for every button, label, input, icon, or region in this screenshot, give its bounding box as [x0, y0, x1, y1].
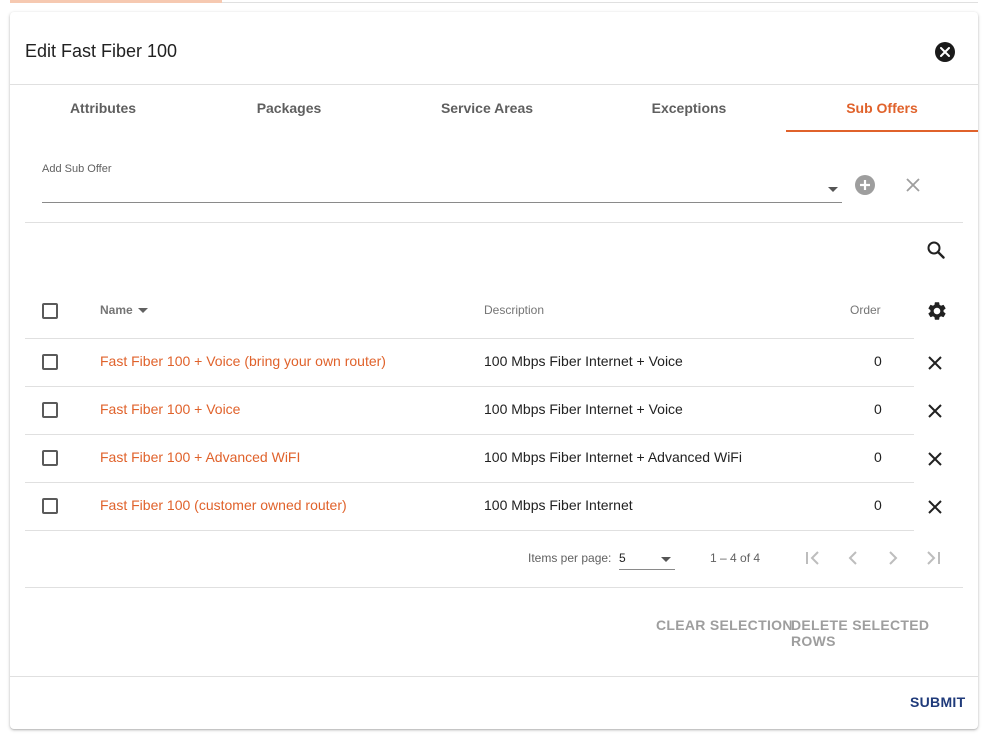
last-page-button[interactable]: [924, 549, 942, 572]
clear-sub-offer-button[interactable]: [905, 177, 921, 198]
tab-packages[interactable]: Packages: [196, 85, 382, 131]
row-name-link[interactable]: Fast Fiber 100 + Voice (bring your own r…: [100, 353, 386, 369]
close-icon: [906, 178, 920, 192]
items-per-page-label: Items per page:: [528, 551, 612, 565]
add-sub-offer-button[interactable]: [855, 175, 875, 195]
remove-row-button[interactable]: [928, 356, 942, 375]
submit-button[interactable]: SUBMIT: [910, 694, 965, 710]
select-all-checkbox[interactable]: [42, 303, 58, 319]
section-divider: [25, 222, 963, 223]
table-footer-divider: [25, 587, 963, 588]
row-order: 0: [874, 449, 882, 465]
tab-attributes[interactable]: Attributes: [10, 85, 196, 131]
table-row: Fast Fiber 100 + Advanced WiFI 100 Mbps …: [25, 435, 914, 483]
remove-row-button[interactable]: [928, 500, 942, 519]
remove-row-button[interactable]: [928, 404, 942, 423]
table-row: Fast Fiber 100 + Voice 100 Mbps Fiber In…: [25, 387, 914, 435]
items-per-page-underline: [619, 569, 675, 570]
delete-selected-rows-button[interactable]: DELETE SELECTED ROWS: [791, 617, 978, 649]
table-search-button[interactable]: [926, 240, 946, 265]
edit-dialog: Edit Fast Fiber 100 Attributes Packages …: [10, 12, 978, 729]
row-name-link[interactable]: Fast Fiber 100 (customer owned router): [100, 497, 347, 513]
dropdown-arrow-icon[interactable]: [661, 557, 671, 562]
column-header-description: Description: [484, 303, 545, 317]
column-header-order: Order: [850, 303, 881, 317]
tab-sub-offers[interactable]: Sub Offers: [786, 85, 978, 131]
add-circle-icon: [860, 180, 870, 190]
chevron-right-icon: [889, 551, 898, 565]
sub-offers-table: Name Description Order Fast Fiber 100 + …: [25, 288, 914, 531]
page-range-label: 1 – 4 of 4: [710, 551, 761, 565]
add-sub-offer-select[interactable]: [42, 202, 842, 203]
close-circle-icon: [940, 47, 950, 57]
table-row: Fast Fiber 100 + Voice (bring your own r…: [25, 339, 914, 387]
row-name-link[interactable]: Fast Fiber 100 + Advanced WiFI: [100, 449, 300, 465]
table-header: Name Description Order: [25, 288, 914, 339]
row-description: 100 Mbps Fiber Internet + Voice: [484, 401, 683, 417]
row-description: 100 Mbps Fiber Internet + Advanced WiFi: [484, 449, 742, 465]
dropdown-arrow-icon[interactable]: [828, 187, 838, 192]
column-header-name-label: Name: [100, 303, 133, 317]
table-settings-button[interactable]: [926, 300, 948, 327]
paginator: Items per page: 5 1 – 4 of 4: [10, 532, 978, 582]
row-order: 0: [874, 497, 882, 513]
row-checkbox[interactable]: [42, 450, 58, 466]
chevron-left-icon: [848, 551, 857, 565]
close-icon: [928, 404, 942, 418]
close-dialog-button[interactable]: [935, 42, 955, 62]
items-per-page-select[interactable]: 5: [619, 551, 626, 565]
dialog-title: Edit Fast Fiber 100: [25, 41, 178, 61]
background-tab-strip: [0, 0, 992, 4]
remove-row-button[interactable]: [928, 452, 942, 471]
first-page-button[interactable]: [804, 549, 822, 572]
first-page-icon: [806, 551, 819, 565]
row-description: 100 Mbps Fiber Internet + Voice: [484, 353, 683, 369]
row-name-link[interactable]: Fast Fiber 100 + Voice: [100, 401, 240, 417]
row-checkbox[interactable]: [42, 498, 58, 514]
next-page-button[interactable]: [884, 549, 902, 572]
background-divider: [222, 2, 978, 3]
last-page-icon: [927, 551, 940, 565]
row-order: 0: [874, 401, 882, 417]
row-description: 100 Mbps Fiber Internet: [484, 497, 633, 513]
clear-selection-button[interactable]: CLEAR SELECTION: [656, 617, 793, 633]
add-sub-offer-label: Add Sub Offer: [42, 163, 112, 175]
gear-icon: [928, 302, 946, 320]
row-checkbox[interactable]: [42, 354, 58, 370]
background-tab-indicator: [10, 0, 222, 3]
column-header-name[interactable]: Name: [100, 303, 148, 317]
close-icon: [928, 500, 942, 514]
tab-exceptions[interactable]: Exceptions: [592, 85, 786, 131]
previous-page-button[interactable]: [844, 549, 862, 572]
dialog-actions-divider: [10, 676, 978, 677]
active-tab-indicator: [786, 130, 978, 132]
sort-desc-icon: [137, 308, 148, 314]
row-order: 0: [874, 353, 882, 369]
search-icon: [927, 241, 945, 259]
row-checkbox[interactable]: [42, 402, 58, 418]
close-icon: [928, 452, 942, 466]
tab-service-areas[interactable]: Service Areas: [382, 85, 592, 131]
close-icon: [928, 356, 942, 370]
tab-bar: Attributes Packages Service Areas Except…: [10, 85, 978, 133]
table-row: Fast Fiber 100 (customer owned router) 1…: [25, 483, 914, 531]
